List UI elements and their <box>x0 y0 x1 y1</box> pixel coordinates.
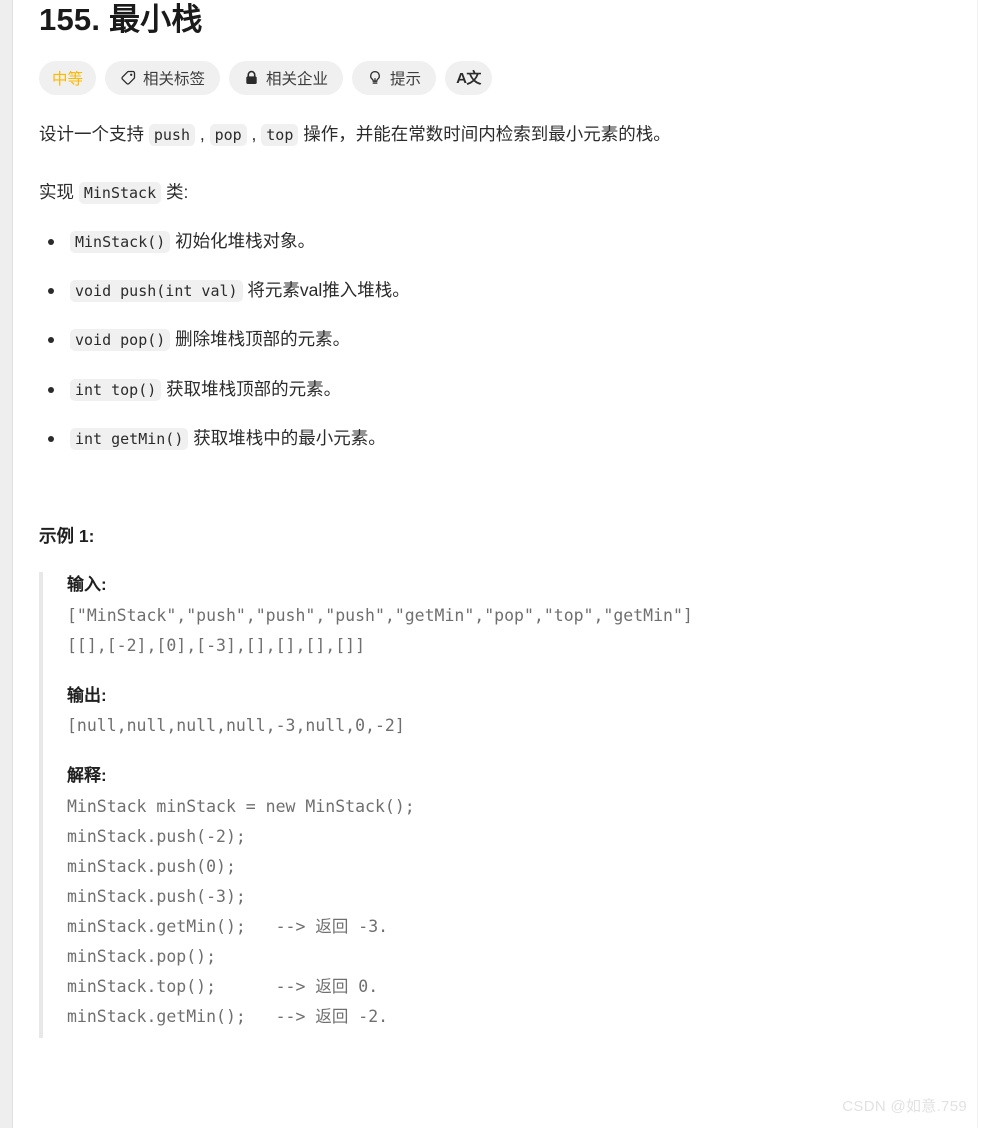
example-input-group: 输入: ["MinStack","push","push","push","ge… <box>67 572 957 661</box>
hint-label: 提示 <box>390 70 422 88</box>
impl-text-1: 实现 <box>39 181 79 202</box>
input-label: 输入: <box>67 575 107 595</box>
list-item: void pop() 删除堆栈顶部的元素。 <box>39 326 957 352</box>
method-signature: int top() <box>70 378 162 401</box>
related-tags-button[interactable]: 相关标签 <box>105 60 221 95</box>
left-gutter <box>0 0 13 1128</box>
explanation-code: MinStack minStack = new MinStack(); minS… <box>67 796 415 1026</box>
code-chip-push: push <box>148 123 195 146</box>
description-line-2: 实现 MinStack 类: <box>39 179 957 206</box>
problem-page: 155. 最小栈 中等 相关标签 相关企业 提示 A文 设计一个支持 push … <box>14 0 977 1128</box>
lock-icon <box>244 70 259 86</box>
desc-text-1: 设计一个支持 <box>39 123 149 144</box>
page-title: 155. 最小栈 <box>39 2 203 37</box>
code-chip-minstack: MinStack <box>78 181 162 204</box>
method-description: 将元素val推入堆栈。 <box>242 280 410 301</box>
method-signature: int getMin() <box>70 427 189 450</box>
example-output-group: 输出: [null,null,null,null,-3,null,0,-2] <box>67 683 957 742</box>
method-description: 删除堆栈顶部的元素。 <box>170 329 351 350</box>
desc-sep-2: , <box>246 123 262 144</box>
hint-button[interactable]: 提示 <box>352 60 437 95</box>
related-companies-label: 相关企业 <box>266 70 329 88</box>
example-heading: 示例 1: <box>39 526 95 547</box>
translate-button[interactable]: A文 <box>445 60 492 95</box>
code-chip-pop: pop <box>209 123 247 146</box>
tag-icon <box>120 70 136 86</box>
method-description: 获取堆栈中的最小元素。 <box>188 427 386 448</box>
method-description: 初始化堆栈对象。 <box>170 230 316 251</box>
output-code: [null,null,null,null,-3,null,0,-2] <box>67 716 405 736</box>
input-code: ["MinStack","push","push","push","getMin… <box>67 605 693 655</box>
code-chip-top: top <box>261 123 299 146</box>
output-label: 输出: <box>67 685 107 705</box>
bulb-icon <box>367 70 383 86</box>
problem-content: 155. 最小栈 中等 相关标签 相关企业 提示 A文 设计一个支持 push … <box>14 0 977 1038</box>
list-item: int top() 获取堆栈顶部的元素。 <box>39 376 957 402</box>
example-explanation-group: 解释: MinStack minStack = new MinStack(); … <box>67 763 957 1032</box>
related-tags-label: 相关标签 <box>143 70 206 88</box>
description-line-1: 设计一个支持 push , pop , top 操作，并能在常数时间内检索到最小… <box>39 121 957 148</box>
desc-text-2: 操作，并能在常数时间内检索到最小元素的栈。 <box>298 123 671 144</box>
difficulty-label: 中等 <box>52 70 84 88</box>
explanation-label: 解释: <box>67 766 107 786</box>
method-signature: MinStack() <box>70 230 171 253</box>
translate-icon: A文 <box>456 70 481 88</box>
difficulty-badge[interactable]: 中等 <box>39 60 97 95</box>
desc-sep-1: , <box>195 123 210 144</box>
example-blockquote: 输入: ["MinStack","push","push","push","ge… <box>39 572 957 1038</box>
method-signature: void pop() <box>70 329 171 352</box>
list-item: void push(int val) 将元素val推入堆栈。 <box>39 277 957 303</box>
right-edge-rule <box>977 0 978 1128</box>
watermark: CSDN @如意.759 <box>842 1098 967 1115</box>
list-item: MinStack() 初始化堆栈对象。 <box>39 228 957 254</box>
related-companies-button[interactable]: 相关企业 <box>229 60 344 95</box>
method-signature: void push(int val) <box>70 280 243 303</box>
method-description: 获取堆栈顶部的元素。 <box>161 378 342 399</box>
method-list: MinStack() 初始化堆栈对象。 void push(int val) 将… <box>39 228 957 451</box>
list-item: int getMin() 获取堆栈中的最小元素。 <box>39 425 957 451</box>
badge-row: 中等 相关标签 相关企业 提示 A文 <box>39 60 957 95</box>
impl-text-2: 类: <box>161 181 189 202</box>
